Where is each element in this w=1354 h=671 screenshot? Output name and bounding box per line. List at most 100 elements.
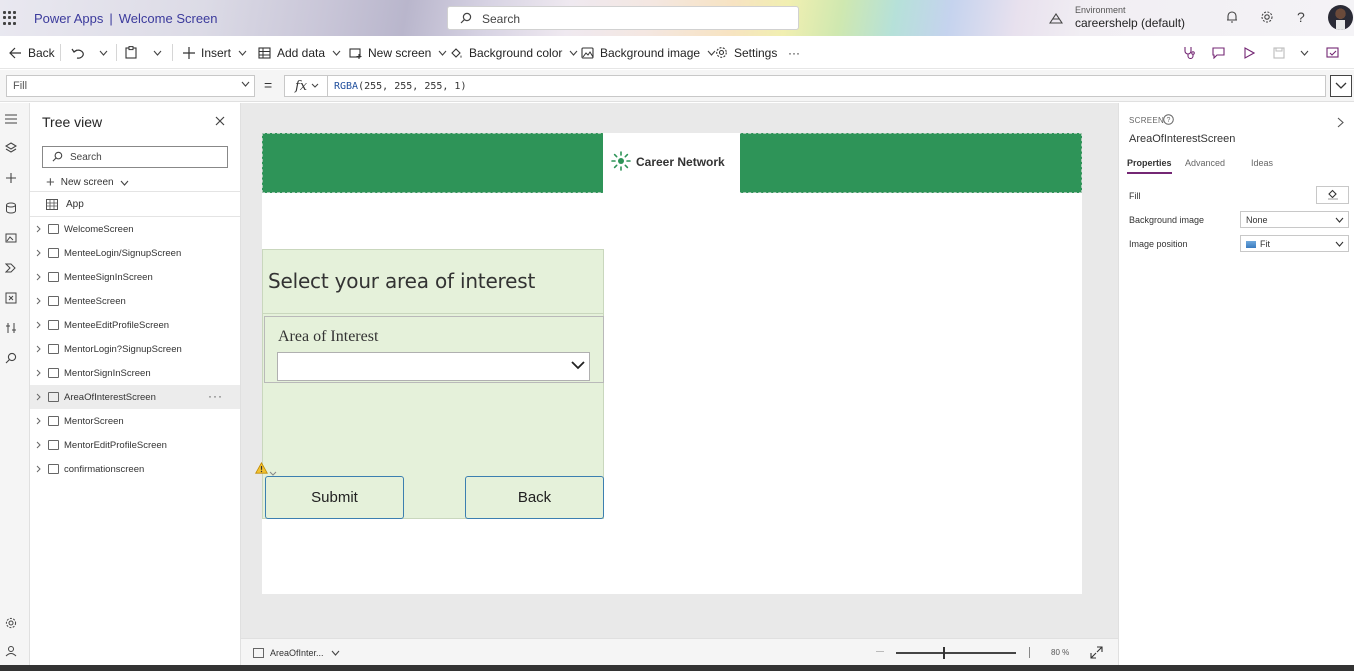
bell-icon[interactable] [1225, 10, 1241, 26]
chevron-right-icon[interactable] [36, 369, 41, 377]
app-checker-button[interactable] [1183, 44, 1202, 61]
zoom-slider[interactable] [896, 652, 1016, 654]
add-data-button[interactable]: Add data [258, 44, 347, 61]
screen-icon [48, 368, 59, 378]
fit-to-window-icon[interactable] [1090, 646, 1103, 662]
more-commands-button[interactable]: ··· [788, 44, 800, 61]
background-image-button[interactable]: Background image [581, 44, 722, 61]
current-screen-selector[interactable]: AreaOfInter... [270, 648, 324, 658]
left-rail [0, 103, 30, 665]
chevron-right-icon[interactable] [36, 273, 41, 281]
tree-item-screen[interactable]: MenteeEditProfileScreen [30, 313, 240, 337]
tree-new-screen-button[interactable]: + New screen [46, 174, 129, 191]
app-launcher-icon[interactable] [3, 11, 17, 25]
stethoscope-icon [1184, 47, 1195, 59]
tree-item-screen[interactable]: MenteeScreen [30, 289, 240, 313]
tree-item-screen[interactable]: MentorEditProfileScreen [30, 433, 240, 457]
area-of-interest-dropdown[interactable] [277, 352, 590, 381]
new-screen-icon [349, 47, 362, 59]
current-screen-name[interactable]: Welcome Screen [119, 11, 218, 26]
tree-item-screen[interactable]: WelcomeScreen [30, 217, 240, 241]
image-icon [581, 46, 594, 59]
clipboard-icon [125, 46, 137, 59]
chevron-right-icon[interactable] [36, 465, 41, 473]
chevron-right-icon[interactable] [36, 321, 41, 329]
avatar[interactable] [1328, 5, 1353, 30]
media-icon[interactable] [5, 232, 19, 246]
top-header: Power Apps | Welcome Screen Search Environ… [0, 0, 1354, 36]
function-picker[interactable]: fx [284, 75, 328, 97]
tab-advanced[interactable]: Advanced [1185, 158, 1225, 168]
tree-item-screen[interactable]: confirmationscreen [30, 457, 240, 481]
tree-item-app[interactable]: App [46, 199, 84, 210]
back-nav-button[interactable]: Back [465, 476, 604, 519]
close-icon[interactable] [215, 115, 225, 129]
fill-color-picker[interactable] [1316, 186, 1349, 204]
settings-button[interactable]: Settings [715, 44, 777, 61]
help-icon[interactable]: ? [1163, 114, 1174, 128]
zoom-out-button[interactable] [876, 651, 884, 652]
image-position-select[interactable]: Fit [1240, 235, 1349, 252]
paste-button[interactable] [125, 44, 143, 61]
undo-button[interactable] [71, 44, 90, 61]
help-icon[interactable]: ? [1297, 9, 1313, 25]
power-automate-icon[interactable] [4, 262, 19, 276]
background-color-button[interactable]: Background color [450, 44, 584, 61]
advanced-tools-icon[interactable] [5, 322, 19, 336]
publish-button[interactable] [1326, 44, 1345, 61]
submit-button[interactable]: Submit [265, 476, 404, 519]
screen-name: MentorLogin?SignupScreen [64, 344, 182, 355]
insert-button[interactable]: Insert [183, 44, 253, 61]
insert-icon[interactable] [5, 172, 19, 186]
hamburger-icon[interactable] [5, 113, 19, 127]
search-icon[interactable] [5, 352, 19, 366]
warning-icon[interactable] [255, 461, 268, 477]
chevron-right-icon[interactable] [36, 249, 41, 257]
zoom-slider-thumb[interactable] [943, 647, 945, 659]
variables-icon[interactable] [5, 292, 19, 306]
chevron-right-icon[interactable] [36, 393, 41, 401]
save-dropdown-button[interactable] [1300, 44, 1315, 61]
app-name[interactable]: Power Apps [34, 11, 103, 26]
undo-dropdown-button[interactable] [99, 44, 114, 61]
tree-item-screen[interactable]: MenteeSignInScreen [30, 265, 240, 289]
tab-ideas[interactable]: Ideas [1251, 158, 1273, 168]
tree-item-screen[interactable]: MentorScreen [30, 409, 240, 433]
chevron-right-icon[interactable] [36, 417, 41, 425]
data-icon[interactable] [5, 202, 19, 216]
preview-button[interactable] [1244, 44, 1261, 61]
more-options-icon[interactable]: ··· [208, 389, 223, 403]
chevron-right-icon[interactable] [36, 225, 41, 233]
gear-icon[interactable] [1260, 10, 1276, 26]
new-screen-button[interactable]: New screen [349, 44, 453, 61]
tree-item-screen[interactable]: AreaOfInterestScreen ··· [30, 385, 240, 409]
chevron-right-icon[interactable] [1337, 117, 1344, 131]
environment-value: careershelp (default) [1075, 16, 1186, 30]
chevron-down-icon[interactable] [331, 650, 340, 656]
tree-item-screen[interactable]: MentorLogin?SignupScreen [30, 337, 240, 361]
career-network-logo[interactable]: Career Network [603, 133, 740, 193]
background-image-select[interactable]: None [1240, 211, 1349, 228]
tab-properties[interactable]: Properties [1127, 158, 1172, 174]
paste-dropdown-button[interactable] [153, 44, 168, 61]
tree-search-input[interactable]: Search [42, 146, 228, 168]
property-selector[interactable]: Fill [6, 75, 255, 97]
image-fit-icon [1246, 241, 1256, 248]
layers-icon[interactable] [4, 142, 19, 156]
expand-formula-button[interactable] [1330, 75, 1352, 97]
settings-icon[interactable] [5, 617, 19, 631]
back-button[interactable]: Back [9, 44, 55, 61]
zoom-in-button[interactable] [1029, 647, 1030, 658]
virtual-agent-icon[interactable] [5, 645, 19, 659]
comments-button[interactable] [1212, 44, 1231, 61]
panel-title: Select your area of interest [268, 269, 536, 293]
save-button[interactable] [1273, 44, 1291, 61]
tree-item-screen[interactable]: MentorSignInScreen [30, 361, 240, 385]
formula-input[interactable]: RGBA(255, 255, 255, 1) [327, 75, 1326, 97]
chevron-right-icon[interactable] [36, 441, 41, 449]
chevron-right-icon[interactable] [36, 345, 41, 353]
chevron-right-icon[interactable] [36, 297, 41, 305]
screen-icon [48, 344, 59, 354]
global-search[interactable]: Search [447, 6, 799, 30]
tree-item-screen[interactable]: MenteeLogin/SignupScreen [30, 241, 240, 265]
